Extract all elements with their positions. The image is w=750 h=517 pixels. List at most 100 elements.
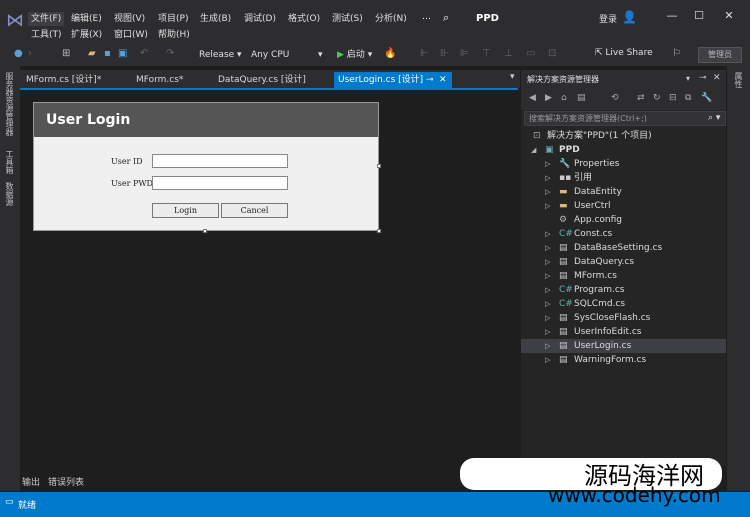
- refresh-icon[interactable]: ↻: [653, 93, 661, 103]
- save-all-icon[interactable]: ▣: [118, 48, 127, 59]
- maximize-icon[interactable]: ☐: [689, 9, 709, 22]
- sync-icon[interactable]: ⇄: [637, 93, 645, 103]
- menu-test[interactable]: 测试(S): [329, 12, 366, 26]
- expand-icon[interactable]: ▷: [545, 157, 550, 171]
- search-icon[interactable]: ⌕: [443, 11, 449, 25]
- expand-icon[interactable]: ▷: [545, 255, 550, 269]
- sign-in-link[interactable]: 登录: [599, 12, 617, 25]
- menu-project[interactable]: 项目(P): [155, 12, 191, 26]
- tree-item-sysclosefl[interactable]: ▷ ▤ SysCloseFlash.cs: [521, 311, 726, 325]
- configuration-dropdown[interactable]: Release ▾: [196, 47, 244, 63]
- user-icon[interactable]: 👤: [622, 10, 637, 24]
- switch-views-icon[interactable]: ▤: [577, 93, 586, 103]
- resize-handle-corner[interactable]: [377, 229, 381, 233]
- undo-icon[interactable]: ↶: [140, 48, 148, 59]
- resize-handle-right[interactable]: [377, 164, 381, 168]
- collapse-all-icon[interactable]: ⊟: [669, 93, 677, 103]
- tree-item-mform[interactable]: ▷ ▤ MForm.cs: [521, 269, 726, 283]
- menu-build[interactable]: 生成(B): [197, 12, 234, 26]
- user-id-input[interactable]: [152, 154, 288, 168]
- expand-icon[interactable]: ▷: [545, 283, 550, 297]
- close-icon[interactable]: ✕: [719, 9, 739, 22]
- menu-view[interactable]: 视图(V): [111, 12, 148, 26]
- tab-error-list[interactable]: 错误列表: [48, 475, 84, 488]
- properties-icon[interactable]: 🔧: [701, 93, 712, 103]
- tree-item-properties[interactable]: ▷ 🔧 Properties: [521, 157, 726, 171]
- save-icon[interactable]: ▪: [104, 48, 111, 59]
- data-sources-tab[interactable]: 数据源: [4, 182, 15, 206]
- user-pwd-input[interactable]: [152, 176, 288, 190]
- resize-handle-bottom[interactable]: [203, 229, 207, 233]
- minimize-icon[interactable]: —: [662, 9, 682, 22]
- window-position-icon[interactable]: ▾: [686, 74, 690, 83]
- pin-icon[interactable]: ⊸: [426, 72, 434, 88]
- menu-extensions[interactable]: 扩展(X): [68, 28, 105, 42]
- align-center-icon[interactable]: ⊪: [440, 48, 449, 59]
- expand-icon[interactable]: ▷: [545, 171, 550, 185]
- back-icon[interactable]: ◀: [529, 93, 536, 103]
- forward-icon[interactable]: ▶: [545, 93, 552, 103]
- tree-item-databasesetting[interactable]: ▷ ▤ DataBaseSetting.cs: [521, 241, 726, 255]
- tab-mform-code[interactable]: MForm.cs*: [132, 72, 187, 88]
- visual-studio-logo-icon[interactable]: ⋈: [4, 10, 26, 32]
- tree-item-userlogin[interactable]: ▷ ▤ UserLogin.cs: [521, 339, 726, 353]
- expand-icon[interactable]: ▷: [545, 227, 550, 241]
- expand-icon[interactable]: ▷: [545, 325, 550, 339]
- tree-item-userinfoedit[interactable]: ▷ ▤ UserInfoEdit.cs: [521, 325, 726, 339]
- expand-icon[interactable]: ▷: [545, 241, 550, 255]
- menu-edit[interactable]: 编辑(E): [68, 12, 105, 26]
- tree-item-dataquery[interactable]: ▷ ▤ DataQuery.cs: [521, 255, 726, 269]
- tree-item-dataentity[interactable]: ▷ ▬ DataEntity: [521, 185, 726, 199]
- home-icon[interactable]: ⌂: [561, 93, 567, 103]
- search-icon[interactable]: ⌕ ▾: [708, 113, 720, 123]
- tree-item-const[interactable]: ▷ C# Const.cs: [521, 227, 726, 241]
- expand-icon[interactable]: ▷: [545, 311, 550, 325]
- close-icon[interactable]: ✕: [713, 73, 721, 83]
- menu-debug[interactable]: 调试(D): [241, 12, 279, 26]
- menu-help[interactable]: 帮助(H): [155, 28, 193, 42]
- tab-userlogin-design[interactable]: UserLogin.cs [设计] ⊸ ✕: [334, 72, 452, 88]
- expand-icon[interactable]: ▷: [545, 297, 550, 311]
- tree-item-project[interactable]: ◢ ▣ PPD: [521, 143, 726, 157]
- tree-item-program[interactable]: ▷ C# Program.cs: [521, 283, 726, 297]
- open-file-icon[interactable]: ▰: [88, 48, 96, 59]
- menu-window[interactable]: 窗口(W): [111, 28, 151, 42]
- make-same-size-icon[interactable]: ▭: [526, 48, 535, 59]
- server-explorer-tab[interactable]: 服务器资源管理器: [4, 72, 15, 136]
- tree-item-references[interactable]: ▷ ▪▪ 引用: [521, 171, 726, 185]
- align-middle-icon[interactable]: ⊥: [504, 48, 513, 59]
- toolbox-tab[interactable]: 工具箱: [4, 150, 15, 174]
- properties-tab[interactable]: 属性: [733, 72, 744, 88]
- solution-search-input[interactable]: 搜索解决方案资源管理器(Ctrl+;) ⌕ ▾: [524, 111, 726, 126]
- align-right-icon[interactable]: ⊫: [460, 48, 469, 59]
- tree-item-warningform[interactable]: ▷ ▤ WarningForm.cs: [521, 353, 726, 367]
- cancel-button[interactable]: Cancel: [221, 203, 288, 218]
- more-menu-button[interactable]: …: [422, 12, 431, 22]
- pin-icon[interactable]: ⊸: [699, 73, 707, 83]
- tree-item-sqlcmd[interactable]: ▷ C# SQLCmd.cs: [521, 297, 726, 311]
- pending-changes-filter-icon[interactable]: ⟲: [611, 93, 619, 103]
- align-left-icon[interactable]: ⊩: [420, 48, 429, 59]
- size-to-grid-icon[interactable]: ⊡: [548, 48, 556, 59]
- menu-file[interactable]: 文件(F): [28, 12, 65, 26]
- tree-item-userctrl[interactable]: ▷ ▬ UserCtrl: [521, 199, 726, 213]
- show-all-files-icon[interactable]: ⧉: [685, 93, 691, 103]
- hot-reload-icon[interactable]: 🔥: [384, 48, 396, 59]
- platform-dropdown[interactable]: Any CPU ▾: [248, 47, 328, 63]
- close-tab-icon[interactable]: ✕: [439, 72, 447, 88]
- live-share-button[interactable]: ⇱ Live Share: [595, 48, 653, 58]
- tree-item-solution[interactable]: ⊡ 解决方案"PPD"(1 个项目): [521, 129, 726, 143]
- feedback-icon[interactable]: ⚐: [672, 48, 681, 59]
- tab-dataquery-design[interactable]: DataQuery.cs [设计]: [214, 72, 310, 88]
- expand-icon[interactable]: ▷: [545, 353, 550, 367]
- tab-overflow-icon[interactable]: ▾: [510, 72, 515, 82]
- expand-icon[interactable]: ▷: [545, 269, 550, 283]
- expand-icon[interactable]: ▷: [545, 199, 550, 213]
- collapse-icon[interactable]: ◢: [531, 143, 536, 157]
- menu-tools[interactable]: 工具(T): [28, 28, 65, 42]
- align-top-icon[interactable]: ⊤: [482, 48, 491, 59]
- login-button[interactable]: Login: [152, 203, 219, 218]
- forward-icon[interactable]: ›: [28, 48, 32, 59]
- expand-icon[interactable]: ▷: [545, 339, 550, 353]
- expand-icon[interactable]: ▷: [545, 185, 550, 199]
